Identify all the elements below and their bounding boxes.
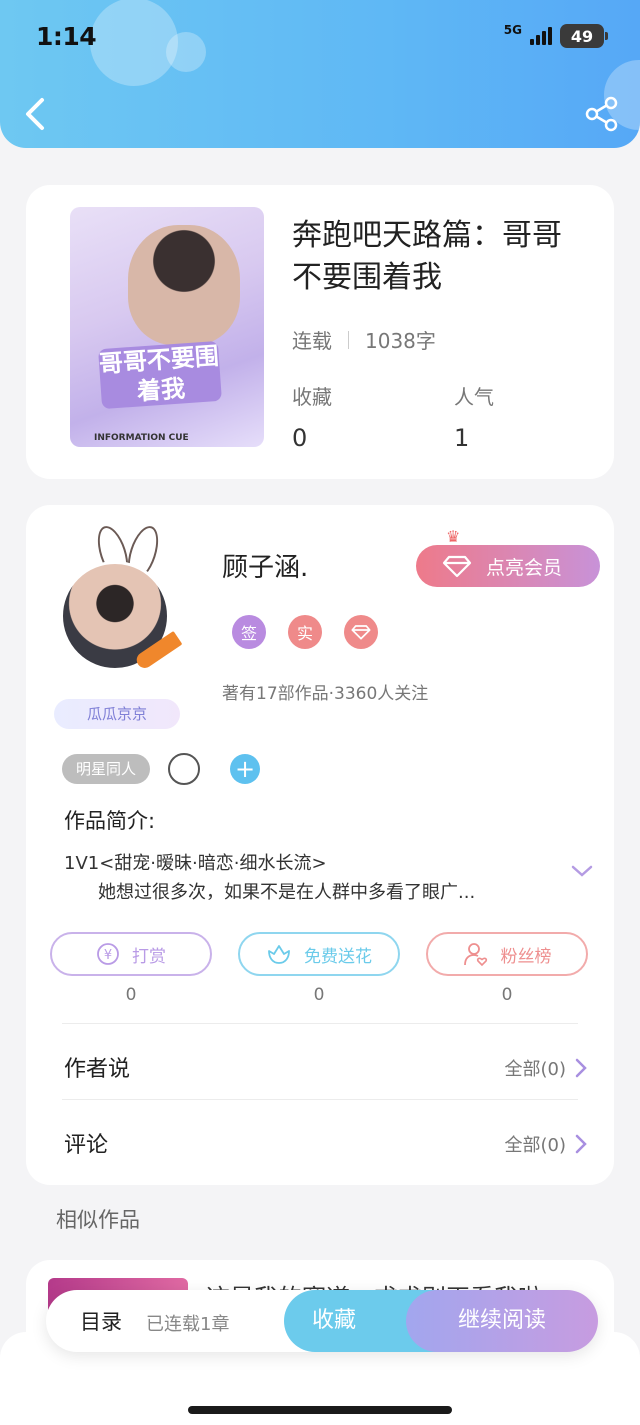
similar-works-heading: 相似作品 (56, 1208, 140, 1232)
author-avatar[interactable] (60, 522, 190, 675)
tip-label: 打赏 (132, 946, 166, 967)
status-icons: 5G 49 (503, 23, 608, 48)
divider (62, 1023, 578, 1024)
back-icon[interactable] (20, 94, 52, 134)
yen-icon: ¥ (97, 943, 119, 965)
divider (62, 1099, 578, 1100)
region-tag: 瓜瓜京京 (54, 699, 180, 729)
author-card: 瓜瓜京京 顾子涵. ♛ 点亮会员 签 实 著有17部作品·3360人关注 明星同… (26, 505, 614, 1185)
book-cover[interactable]: 哥哥不要围着我 INFORMATION CUE (70, 207, 264, 447)
signal-icon (530, 27, 552, 45)
stat-value: 0 (292, 424, 308, 452)
link-text: 全部(0) (504, 1059, 567, 1080)
fan-user-icon (463, 943, 487, 967)
comments-all-link[interactable]: 全部(0) (505, 1131, 589, 1157)
battery-icon: 49 (560, 24, 608, 48)
decor-bubble (90, 0, 178, 86)
meta-divider (348, 330, 349, 349)
status-time: 1:14 (36, 22, 97, 51)
diamond-icon (442, 555, 472, 578)
serial-status: 连载 (292, 329, 332, 353)
tip-button[interactable]: ¥ 打赏 (50, 932, 212, 976)
intro-label: 作品简介: (64, 809, 156, 833)
cover-title-art: 哥哥不要围着我 (98, 340, 222, 410)
fan-rank-button[interactable]: 粉丝榜 (426, 932, 588, 976)
vip-button[interactable]: 点亮会员 (416, 545, 600, 587)
stat-favorites: 收藏 0 (292, 381, 332, 452)
author-says-all-link[interactable]: 全部(0) (505, 1055, 589, 1081)
stat-label: 人气 (454, 385, 494, 409)
network-label: 5G (503, 23, 522, 37)
chevron-right-icon (575, 1058, 587, 1078)
stat-popularity: 人气 1 (454, 381, 494, 452)
tag-row: 明星同人 + (62, 753, 261, 785)
cover-portrait (128, 225, 240, 345)
signed-badge: 签 (232, 615, 266, 649)
diamond-badge-icon (344, 615, 378, 649)
stat-label: 收藏 (292, 385, 332, 409)
flower-count: 0 (313, 985, 325, 1005)
intro-text: 她想过很多次，如果不是在人群中多看了眼广... (98, 882, 476, 903)
share-icon[interactable] (584, 96, 620, 132)
crown-icon: ♛ (446, 527, 461, 546)
verified-badge: 实 (288, 615, 322, 649)
book-title: 奔跑吧天路篇：哥哥不要围着我 (292, 218, 562, 295)
stat-value: 1 (454, 424, 470, 452)
cover-caption: INFORMATION CUE (94, 433, 189, 443)
continue-reading-button[interactable]: 继续阅读 (406, 1290, 598, 1352)
book-meta: 连载 1038字 (292, 325, 436, 354)
author-name[interactable]: 顾子涵. (222, 547, 308, 584)
flower-icon (268, 945, 290, 964)
send-flower-button[interactable]: 免费送花 (238, 932, 400, 976)
author-stats: 著有17部作品·3360人关注 (222, 684, 429, 704)
vip-label: 点亮会员 (486, 556, 563, 579)
intro-text: 1V1<甜宠·暧昧·暗恋·细水长流> (64, 853, 327, 874)
svg-text:¥: ¥ (104, 948, 112, 963)
decor-bubble (166, 32, 206, 72)
chevron-right-icon (575, 1134, 587, 1154)
toc-button[interactable]: 目录 (80, 1306, 122, 1336)
word-count: 1038字 (365, 329, 436, 353)
top-header: 1:14 5G 49 (0, 0, 640, 148)
book-info-card: 哥哥不要围着我 INFORMATION CUE 奔跑吧天路篇：哥哥不要围着我 连… (26, 185, 614, 479)
comments-label[interactable]: 评论 (64, 1127, 108, 1159)
link-text: 全部(0) (504, 1135, 567, 1156)
action-buttons: ¥ 打赏 免费送花 粉丝榜 (50, 932, 588, 976)
send-flower-label: 免费送花 (304, 946, 372, 967)
home-indicator (188, 1406, 452, 1414)
tip-count: 0 (125, 985, 137, 1005)
category-tag[interactable]: 明星同人 (62, 754, 151, 784)
tag-circle-icon[interactable] (168, 753, 201, 785)
add-tag-icon[interactable]: + (230, 754, 261, 784)
author-says-label[interactable]: 作者说 (64, 1051, 130, 1083)
chevron-down-icon[interactable] (570, 861, 594, 881)
fan-rank-label: 粉丝榜 (500, 946, 552, 967)
fan-count: 0 (501, 985, 513, 1005)
author-badges: 签 实 (232, 615, 378, 649)
chapter-count: 已连载1章 (146, 1314, 230, 1335)
bottom-action-bar: 目录 已连载1章 收藏 继续阅读 (46, 1290, 598, 1352)
